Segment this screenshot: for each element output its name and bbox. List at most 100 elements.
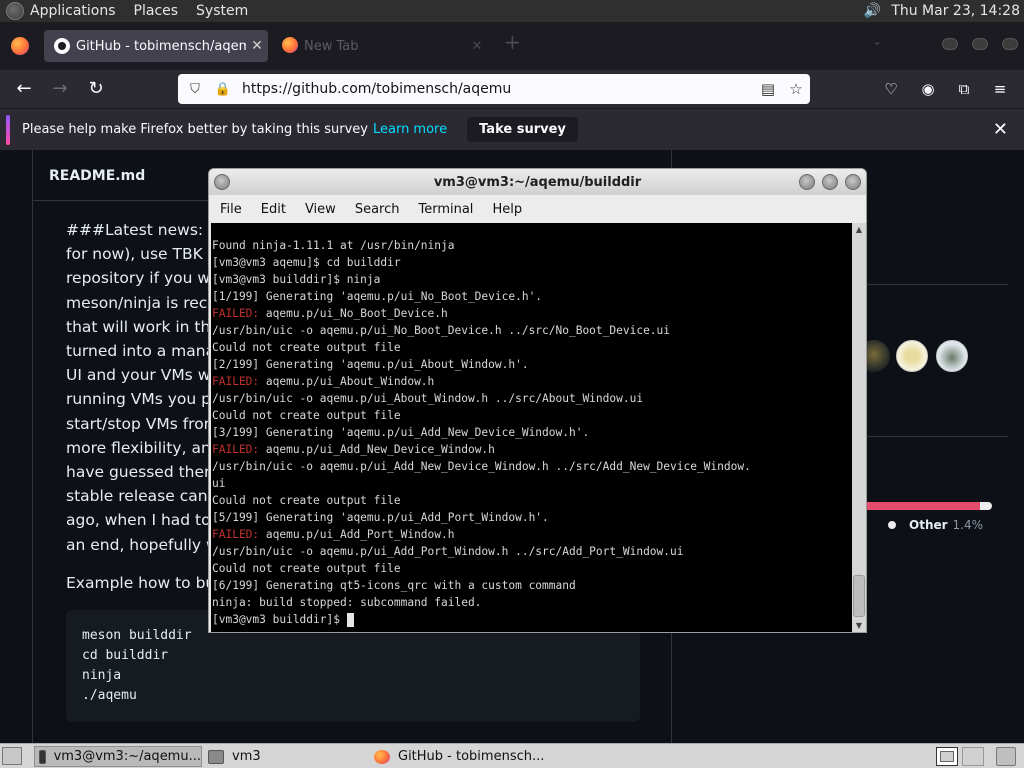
menu-view[interactable]: View: [305, 202, 336, 217]
taskbar-item-vm3[interactable]: vm3: [204, 746, 364, 767]
terminal-titlebar[interactable]: vm3@vm3:~/aqemu/builddir: [209, 169, 866, 195]
terminal-line-text: [vm3@vm3 builddir]$: [212, 613, 347, 626]
close-notification-icon[interactable]: ✕: [993, 119, 1008, 140]
terminal-line: [vm3@vm3 builddir]$: [211, 611, 852, 628]
workspace-1[interactable]: [936, 747, 958, 766]
terminal-line: ninja: build stopped: subcommand failed.: [211, 594, 852, 611]
menu-applications[interactable]: Applications: [30, 3, 116, 19]
site-info-icon[interactable]: ⛉: [184, 82, 206, 97]
firefox-favicon-icon: [282, 37, 298, 53]
terminal-line-text: [vm3@vm3 aqemu]$ cd builddir: [212, 256, 401, 269]
close-tab-icon[interactable]: ✕: [246, 38, 268, 54]
contributor-avatar[interactable]: [936, 340, 968, 372]
menu-places[interactable]: Places: [134, 3, 179, 19]
contributor-avatar[interactable]: [896, 340, 928, 372]
tab-title: GitHub - tobimensch/aqemu: [76, 38, 246, 54]
language-percent: 1.4%: [952, 518, 984, 532]
readme-example-label: Example how to buil: [66, 574, 224, 592]
account-icon[interactable]: ◉: [917, 78, 939, 100]
forward-icon[interactable]: →: [46, 76, 74, 102]
menu-help[interactable]: Help: [492, 202, 522, 217]
language-bar-other-segment: [980, 502, 992, 510]
bookmark-star-icon[interactable]: ☆: [782, 80, 810, 98]
terminal-window: vm3@vm3:~/aqemu/builddir File Edit View …: [208, 168, 867, 633]
volume-icon[interactable]: 🔊: [861, 2, 883, 20]
terminal-line: ui: [211, 475, 852, 492]
trash-icon[interactable]: [996, 747, 1016, 766]
scroll-up-icon[interactable]: ▲: [852, 225, 866, 234]
back-icon[interactable]: ←: [10, 76, 38, 102]
menu-system[interactable]: System: [196, 3, 248, 19]
terminal-title: vm3@vm3:~/aqemu/builddir: [433, 174, 642, 190]
menu-search[interactable]: Search: [355, 202, 400, 217]
terminal-line: Could not create output file: [211, 339, 852, 356]
error-label: FAILED:: [212, 307, 260, 320]
terminal-line-text: [1/199] Generating 'aqemu.p/ui_No_Boot_D…: [212, 290, 543, 303]
readme-title[interactable]: README.md: [49, 168, 145, 184]
firefox-view-icon[interactable]: [11, 37, 29, 55]
code-line: ./aqemu: [82, 688, 137, 703]
terminal-line-text: [2/199] Generating 'aqemu.p/ui_About_Win…: [212, 358, 529, 371]
extensions-icon[interactable]: ⧉: [953, 78, 975, 100]
pocket-icon[interactable]: ♡: [880, 78, 902, 100]
tab-github[interactable]: GitHub - tobimensch/aqemu ✕: [44, 30, 268, 62]
menu-file[interactable]: File: [220, 202, 242, 217]
window-menu-button[interactable]: [214, 174, 230, 190]
terminal-line-text: [5/199] Generating 'aqemu.p/ui_Add_Port_…: [212, 511, 549, 524]
take-survey-button[interactable]: Take survey: [467, 117, 578, 142]
workspace-2[interactable]: [962, 747, 984, 766]
tab-new-tab[interactable]: New Tab ✕: [278, 30, 488, 62]
learn-more-link[interactable]: Learn more: [373, 122, 447, 137]
close-window-button[interactable]: [1002, 38, 1018, 50]
clock[interactable]: Thu Mar 23, 14:28: [891, 3, 1020, 19]
terminal-line: [vm3@vm3 aqemu]$ cd builddir: [211, 254, 852, 271]
terminal-line: /usr/bin/uic -o aqemu.p/ui_No_Boot_Devic…: [211, 322, 852, 339]
language-name: Other: [909, 518, 948, 532]
workspace-window-preview: [940, 751, 954, 762]
bottom-panel: vm3@vm3:~/aqemu... vm3 GitHub - tobimens…: [0, 743, 1024, 768]
terminal-line: [5/199] Generating 'aqemu.p/ui_Add_Port_…: [211, 509, 852, 526]
taskbar-item-github[interactable]: GitHub - tobimensch...: [370, 746, 570, 767]
menu-edit[interactable]: Edit: [261, 202, 286, 217]
scroll-thumb[interactable]: [853, 575, 865, 617]
terminal-line-text: [vm3@vm3 builddir]$ ninja: [212, 273, 381, 286]
terminal-line: FAILED: aqemu.p/ui_Add_New_Device_Window…: [211, 441, 852, 458]
terminal-line-text: /usr/bin/uic -o aqemu.p/ui_About_Window.…: [212, 392, 644, 405]
firefox-icon: [374, 749, 390, 764]
nav-bar: ← → ↻ ⛉ 🔒 https://github.com/tobimensch/…: [0, 70, 1024, 108]
minimize-button[interactable]: [942, 38, 958, 50]
system-logo-icon[interactable]: [6, 2, 24, 20]
reload-icon[interactable]: ↻: [82, 76, 110, 102]
reader-view-icon[interactable]: ▤: [754, 80, 782, 98]
url-text[interactable]: https://github.com/tobimensch/aqemu: [242, 81, 754, 97]
lock-icon[interactable]: 🔒: [212, 82, 234, 97]
language-other[interactable]: Other 1.4%: [888, 518, 983, 532]
terminal-output[interactable]: Found ninja-1.11.1 at /usr/bin/ninja [vm3…: [211, 223, 852, 632]
notification-stripe: [6, 114, 10, 145]
minimize-button[interactable]: [799, 174, 815, 190]
tab-bar: GitHub - tobimensch/aqemu ✕ New Tab ✕ + …: [0, 22, 1024, 70]
taskbar-label: GitHub - tobimensch...: [398, 749, 545, 764]
terminal-line: Could not create output file: [211, 560, 852, 577]
terminal-cursor: [346, 613, 354, 627]
close-window-button[interactable]: [845, 174, 861, 190]
menu-icon[interactable]: ≡: [989, 78, 1011, 100]
taskbar-label: vm3: [232, 749, 261, 764]
taskbar-item-terminal[interactable]: vm3@vm3:~/aqemu...: [34, 746, 202, 767]
terminal-line-text: /usr/bin/uic -o aqemu.p/ui_Add_Port_Wind…: [212, 545, 684, 558]
terminal-line-text: aqemu.p/ui_About_Window.h: [259, 375, 435, 388]
terminal-scrollbar[interactable]: ▲ ▼: [852, 223, 866, 632]
close-tab-icon[interactable]: ✕: [466, 39, 488, 54]
top-panel: Applications Places System 🔊 Thu Mar 23,…: [0, 0, 1024, 22]
menu-terminal[interactable]: Terminal: [418, 202, 473, 217]
url-bar[interactable]: ⛉ 🔒 https://github.com/tobimensch/aqemu …: [178, 74, 810, 104]
scroll-down-icon[interactable]: ▼: [852, 621, 866, 630]
maximize-button[interactable]: [822, 174, 838, 190]
tab-list-button[interactable]: ⌄: [872, 34, 882, 48]
language-bar: [862, 502, 986, 510]
maximize-button[interactable]: [972, 38, 988, 50]
terminal-line: Could not create output file: [211, 407, 852, 424]
terminal-line-text: aqemu.p/ui_Add_Port_Window.h: [259, 528, 455, 541]
show-desktop-icon[interactable]: [2, 747, 22, 765]
new-tab-button[interactable]: +: [504, 30, 521, 54]
